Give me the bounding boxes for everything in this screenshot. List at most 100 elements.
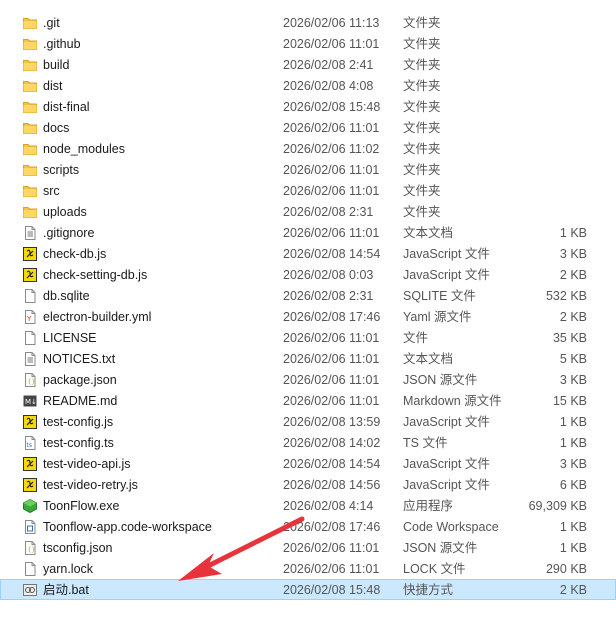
file-row[interactable]: ts test-config.ts 2026/02/08 14:02 TS 文件 1 K… [0, 432, 616, 453]
file-row[interactable]: .git 2026/02/06 11:13 文件夹 [0, 12, 616, 33]
file-size: 1 KB [559, 520, 587, 534]
file-type: JavaScript 文件 [403, 247, 490, 261]
file-type: TS 文件 [403, 436, 448, 450]
file-name: tsconfig.json [43, 541, 113, 555]
file-date-modified: 2026/02/08 17:46 [283, 310, 381, 324]
file-row[interactable]: .gitignore 2026/02/06 11:01 文本文档 1 KB [0, 222, 616, 243]
blank-file-icon [23, 331, 37, 345]
file-row[interactable]: Toonflow-app.code-workspace 2026/02/08 17… [0, 516, 616, 537]
file-row[interactable]: check-setting-db.js 2026/02/08 0:03 JavaSc… [0, 264, 616, 285]
file-size: 3 KB [559, 457, 587, 471]
file-row[interactable]: {} tsconfig.json 2026/02/06 11:01 JSON 源文件 1… [0, 537, 616, 558]
file-type: SQLITE 文件 [403, 289, 476, 303]
file-row[interactable]: ToonFlow.exe 2026/02/08 4:14 应用程序 69,309 KB [0, 495, 616, 516]
file-name: docs [43, 121, 70, 135]
folder-icon [23, 58, 37, 72]
file-size: 6 KB [559, 478, 587, 492]
file-row[interactable]: build 2026/02/08 2:41 文件夹 [0, 54, 616, 75]
file-row[interactable]: {} package.json 2026/02/06 11:01 JSON 源文件 3 … [0, 369, 616, 390]
file-name: Toonflow-app.code-workspace [43, 520, 212, 534]
file-date-modified: 2026/02/06 11:01 [283, 541, 380, 555]
file-row[interactable]: Yelectron-builder.yml 2026/02/08 17:46 Yam… [0, 306, 616, 327]
file-type: LOCK 文件 [403, 562, 466, 576]
file-name: LICENSE [43, 331, 97, 345]
file-name: scripts [43, 163, 80, 177]
file-type: 文件夹 [403, 184, 441, 198]
file-size: 2 KB [559, 268, 587, 282]
folder-icon [23, 79, 37, 93]
file-row[interactable]: docs 2026/02/06 11:01 文件夹 [0, 117, 616, 138]
file-type: JavaScript 文件 [403, 457, 490, 471]
js-file-icon [23, 247, 37, 261]
file-row[interactable]: src 2026/02/06 11:01 文件夹 [0, 180, 616, 201]
json-file-icon: {} [23, 373, 37, 387]
file-date-modified: 2026/02/06 11:01 [283, 331, 380, 345]
file-row[interactable]: 启动.bat 2026/02/08 15:48 快捷方式 2 KB [0, 579, 616, 600]
file-row[interactable]: .github 2026/02/06 11:01 文件夹 [0, 33, 616, 54]
file-date-modified: 2026/02/08 2:31 [283, 205, 374, 219]
file-size: 1 KB [559, 226, 587, 240]
file-type: 文件夹 [403, 16, 441, 30]
file-row[interactable]: uploads 2026/02/08 2:31 文件夹 [0, 201, 616, 222]
file-row[interactable]: LICENSE 2026/02/06 11:01 文件 35 KB [0, 327, 616, 348]
file-row[interactable]: test-video-api.js 2026/02/08 14:54 JavaScr… [0, 453, 616, 474]
file-date-modified: 2026/02/06 11:01 [283, 562, 380, 576]
file-row[interactable]: NOTICES.txt 2026/02/06 11:01 文本文档 5 KB [0, 348, 616, 369]
file-type: JSON 源文件 [403, 373, 478, 387]
folder-icon [23, 184, 37, 198]
file-name: test-video-api.js [43, 457, 131, 471]
json-file-icon: {} [23, 541, 37, 555]
file-row[interactable]: check-db.js 2026/02/08 14:54 JavaScript 文件… [0, 243, 616, 264]
file-row[interactable]: M↓ README.md 2026/02/06 11:01 Markdown 源文件 1… [0, 390, 616, 411]
exe-app-icon [23, 498, 37, 514]
file-row[interactable]: yarn.lock 2026/02/06 11:01 LOCK 文件 290 KB [0, 558, 616, 579]
file-date-modified: 2026/02/06 11:01 [283, 352, 380, 366]
file-name: NOTICES.txt [43, 352, 116, 366]
file-date-modified: 2026/02/08 17:46 [283, 520, 381, 534]
text-file-icon [23, 226, 37, 240]
js-file-icon [23, 268, 37, 282]
file-name: .gitignore [43, 226, 95, 240]
file-name: package.json [43, 373, 117, 387]
file-type: JavaScript 文件 [403, 415, 490, 429]
file-row[interactable]: node_modules 2026/02/06 11:02 文件夹 [0, 138, 616, 159]
file-name: .github [43, 37, 81, 51]
file-row[interactable]: dist 2026/02/08 4:08 文件夹 [0, 75, 616, 96]
file-name: uploads [43, 205, 87, 219]
file-date-modified: 2026/02/06 11:01 [283, 226, 380, 240]
file-type: 文本文档 [403, 352, 454, 366]
folder-icon [23, 142, 37, 156]
svg-text:{}: {} [28, 547, 36, 554]
folder-icon [23, 163, 37, 177]
file-date-modified: 2026/02/06 11:13 [283, 16, 380, 30]
file-type: 文件夹 [403, 121, 441, 135]
file-size: 3 KB [559, 373, 587, 387]
file-date-modified: 2026/02/08 15:48 [283, 100, 381, 114]
file-size: 532 KB [545, 289, 587, 303]
file-type: 文本文档 [403, 226, 454, 240]
folder-icon [23, 205, 37, 219]
file-type: 文件夹 [403, 100, 441, 114]
folder-icon [23, 37, 37, 51]
js-file-icon [23, 415, 37, 429]
file-date-modified: 2026/02/08 14:02 [283, 436, 381, 450]
file-type: 文件夹 [403, 58, 441, 72]
file-date-modified: 2026/02/08 2:31 [283, 289, 374, 303]
file-row[interactable]: test-config.js 2026/02/08 13:59 JavaScript… [0, 411, 616, 432]
file-size: 2 KB [559, 310, 587, 324]
file-size: 2 KB [559, 583, 587, 597]
file-type: 快捷方式 [403, 583, 454, 597]
shortcut-icon [23, 583, 37, 597]
file-name: check-setting-db.js [43, 268, 148, 282]
file-name: ToonFlow.exe [43, 499, 120, 513]
file-row[interactable]: test-video-retry.js 2026/02/08 14:56 JavaS… [0, 474, 616, 495]
file-type: JavaScript 文件 [403, 268, 490, 282]
file-name: check-db.js [43, 247, 107, 261]
file-row[interactable]: db.sqlite 2026/02/08 2:31 SQLITE 文件 532 KB [0, 285, 616, 306]
file-row[interactable]: dist-final 2026/02/08 15:48 文件夹 [0, 96, 616, 117]
file-date-modified: 2026/02/08 14:56 [283, 478, 381, 492]
file-name: dist [43, 79, 63, 93]
file-name: test-config.js [43, 415, 114, 429]
file-row[interactable]: scripts 2026/02/06 11:01 文件夹 [0, 159, 616, 180]
file-name: yarn.lock [43, 562, 94, 576]
